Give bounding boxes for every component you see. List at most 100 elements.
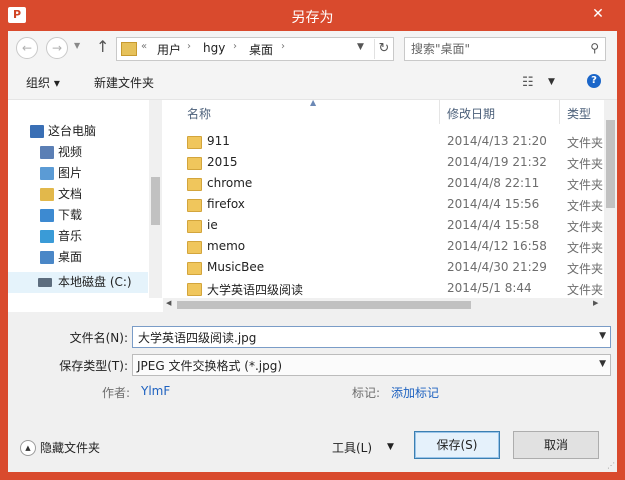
window-title: 另存为 [291, 10, 334, 26]
filetype-label: 保存类型(T): [59, 359, 128, 373]
scrollbar-thumb[interactable] [606, 120, 615, 208]
scroll-left-icon[interactable]: ◀ [166, 299, 171, 307]
scroll-right-icon[interactable]: ▶ [593, 299, 598, 307]
filetype-chevron-down-icon[interactable]: ▼ [599, 359, 606, 369]
sidebar-item-this-pc[interactable]: 这台电脑 [8, 121, 148, 142]
cancel-button[interactable]: 取消 [513, 431, 599, 459]
list-item[interactable]: MusicBee 2014/4/30 21:29 文件夹 [163, 258, 603, 279]
sidebar-item-desktop[interactable]: 桌面 [8, 247, 148, 268]
desktop-icon [40, 251, 54, 264]
file-date: 2014/4/4 15:56 [447, 197, 540, 211]
breadcrumb-hgy[interactable]: hgy [203, 41, 225, 55]
folder-icon [187, 283, 202, 296]
column-header-type[interactable]: 类型 [567, 105, 591, 122]
add-tags-link[interactable]: 添加标记 [391, 384, 439, 401]
column-header-name[interactable]: 名称 [187, 105, 211, 122]
file-date: 2014/5/1 8:44 [447, 281, 532, 295]
computer-icon [30, 125, 44, 138]
close-button[interactable]: ✕ [579, 3, 617, 25]
sidebar-item-pictures[interactable]: 图片 [8, 163, 148, 184]
search-box[interactable]: ⚲ [404, 37, 606, 61]
sidebar-item-documents[interactable]: 文档 [8, 184, 148, 205]
file-type: 文件夹 [567, 178, 604, 192]
view-options-icon[interactable]: ☷ [522, 75, 534, 90]
filename-chevron-down-icon[interactable]: ▼ [599, 331, 606, 341]
list-item[interactable]: 大学英语四级阅读 2014/5/1 8:44 文件夹 [163, 279, 603, 298]
forward-button[interactable]: → [46, 37, 68, 59]
list-item[interactable]: ie 2014/4/4 15:58 文件夹 [163, 216, 603, 237]
breadcrumb-separator[interactable]: › [281, 41, 285, 52]
author-label: 作者: [102, 386, 131, 400]
file-list-horizontal-scrollbar[interactable]: ◀ ▶ [163, 298, 617, 312]
breadcrumb-separator[interactable]: › [233, 41, 237, 52]
file-list-scrollbar[interactable] [604, 100, 617, 298]
search-input[interactable] [409, 40, 583, 58]
breadcrumb-separator[interactable]: › [187, 41, 191, 52]
list-item[interactable]: 2015 2014/4/19 21:32 文件夹 [163, 153, 603, 174]
file-type: 文件夹 [567, 283, 604, 297]
sidebar-item-local-disk-c[interactable]: 本地磁盘 (C:) [8, 272, 148, 293]
list-item[interactable]: 911 2014/4/13 21:20 文件夹 [163, 132, 603, 153]
file-type: 文件夹 [567, 241, 604, 255]
pictures-icon [40, 167, 54, 180]
recent-locations-chevron-icon[interactable]: ▼ [74, 41, 80, 50]
sidebar-item-label: 图片 [58, 166, 83, 180]
list-item[interactable]: firefox 2014/4/4 15:56 文件夹 [163, 195, 603, 216]
breadcrumb-desktop[interactable]: 桌面 [249, 41, 273, 58]
file-date: 2014/4/12 16:58 [447, 239, 547, 253]
dialog-client-area: ← → ▼ ↑ « 用户 › hgy › 桌面 › ▼ ↻ ⚲ 组织 [8, 31, 617, 472]
dialog-window: P 另存为 ✕ ← → ▼ ↑ « 用户 › hgy › 桌面 › ▼ ↻ 搜索… [0, 0, 625, 480]
file-type: 文件夹 [567, 136, 604, 150]
address-overflow[interactable]: « [141, 41, 147, 52]
filetype-select[interactable]: JPEG 文件交换格式 (*.jpg) ▼ [132, 354, 611, 376]
folder-icon [187, 220, 202, 233]
title-bar[interactable]: P 另存为 ✕ [0, 0, 625, 31]
sort-ascending-icon: ▲ [310, 100, 317, 107]
tools-button[interactable]: 工具(L) [332, 439, 372, 456]
file-date: 2014/4/8 22:11 [447, 176, 540, 190]
breadcrumb-users[interactable]: 用户 [157, 41, 181, 58]
collapse-icon[interactable]: ▲ [20, 440, 36, 456]
file-name: MusicBee [207, 260, 265, 274]
list-item[interactable]: chrome 2014/4/8 22:11 文件夹 [163, 174, 603, 195]
list-item[interactable]: memo 2014/4/12 16:58 文件夹 [163, 237, 603, 258]
sidebar-item-videos[interactable]: 视频 [8, 142, 148, 163]
save-button[interactable]: 保存(S) [414, 431, 500, 459]
address-bar[interactable]: « 用户 › hgy › 桌面 › ▼ ↻ [116, 37, 394, 61]
sidebar-item-music[interactable]: 音乐 [8, 226, 148, 247]
sidebar-item-label: 这台电脑 [48, 124, 97, 138]
save-options-panel: 文件名(N): ▼ 保存类型(T): JPEG 文件交换格式 (*.jpg) ▼… [8, 312, 617, 472]
file-name: 大学英语四级阅读 [207, 283, 304, 297]
sidebar-item-label: 下载 [58, 208, 83, 222]
sidebar-item-label: 本地磁盘 (C:) [58, 275, 132, 289]
file-type: 文件夹 [567, 262, 604, 276]
address-history-chevron-icon[interactable]: ▼ [357, 42, 364, 52]
hide-folders-button[interactable]: 隐藏文件夹 [40, 439, 100, 456]
videos-icon [40, 146, 54, 159]
file-name: ie [207, 218, 218, 232]
scrollbar-thumb[interactable] [177, 301, 471, 309]
resize-grip-icon[interactable]: ⋰ [607, 461, 615, 470]
sidebar-item-label: 音乐 [58, 229, 83, 243]
scrollbar-thumb[interactable] [151, 177, 160, 225]
tags-label: 标记: [352, 386, 381, 400]
navigation-pane-scrollbar[interactable] [149, 100, 162, 298]
tools-chevron-down-icon[interactable]: ▼ [387, 442, 394, 452]
view-chevron-down-icon[interactable]: ▼ [548, 77, 555, 87]
up-button[interactable]: ↑ [96, 37, 109, 56]
back-button[interactable]: ← [16, 37, 38, 59]
search-icon[interactable]: ⚲ [590, 41, 599, 55]
column-header-date[interactable]: 修改日期 [447, 105, 495, 122]
sidebar-item-downloads[interactable]: 下载 [8, 205, 148, 226]
navigation-bar: ← → ▼ ↑ « 用户 › hgy › 桌面 › ▼ ↻ ⚲ [8, 31, 617, 65]
filename-input[interactable] [136, 328, 590, 346]
column-divider[interactable] [439, 100, 440, 124]
new-folder-button[interactable]: 新建文件夹 [94, 74, 154, 91]
organize-button[interactable]: 组织 ▾ [26, 74, 60, 91]
refresh-button[interactable]: ↻ [374, 39, 393, 59]
column-divider[interactable] [559, 100, 560, 124]
help-icon[interactable]: ? [587, 74, 601, 88]
author-value[interactable]: YlmF [141, 384, 170, 398]
filename-field[interactable]: ▼ [132, 326, 611, 348]
filetype-value: JPEG 文件交换格式 (*.jpg) [137, 359, 283, 373]
